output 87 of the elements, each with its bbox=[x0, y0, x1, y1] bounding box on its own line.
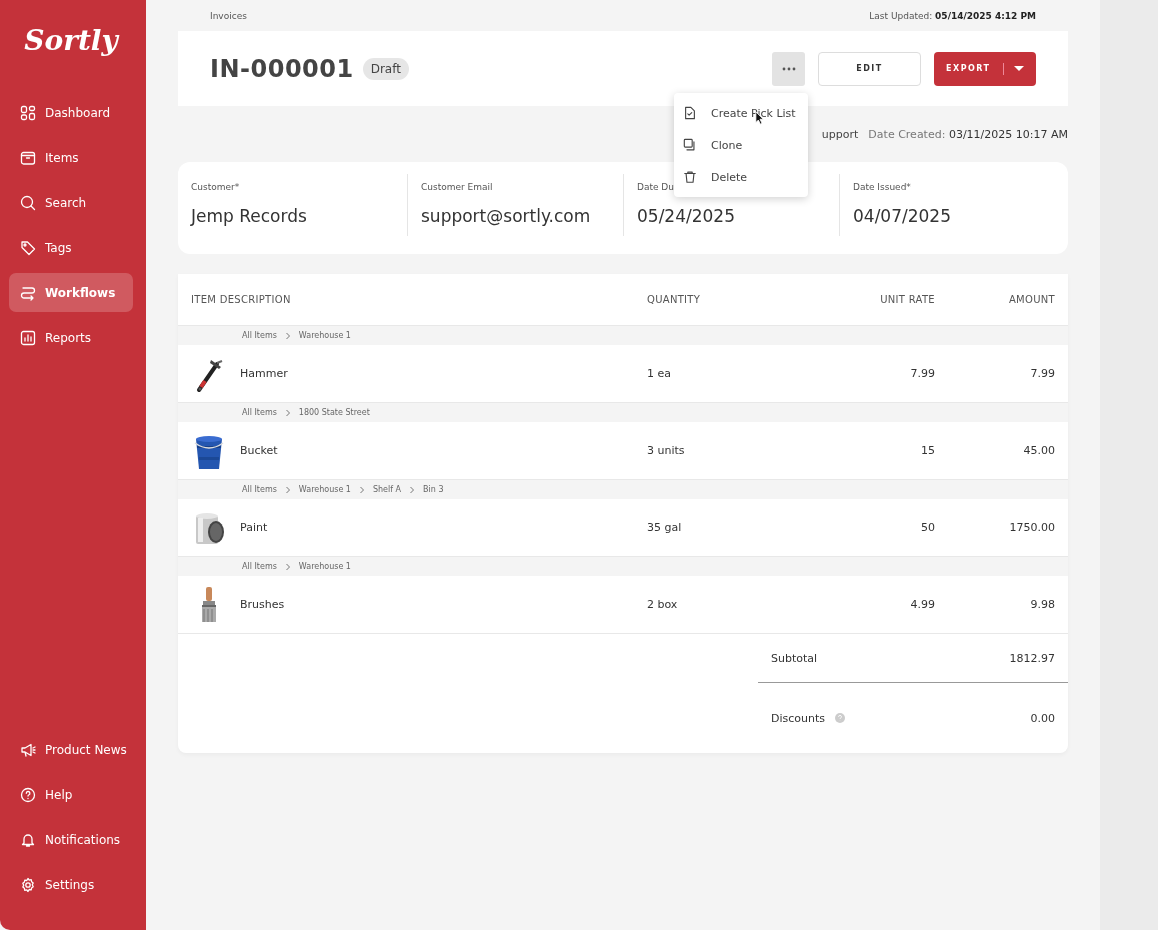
field-label: Customer Email bbox=[421, 182, 493, 192]
tag-icon bbox=[20, 239, 36, 256]
settings-icon bbox=[20, 876, 36, 893]
menu-item[interactable]: Clone bbox=[674, 129, 808, 161]
menu-item[interactable]: Create Pick List bbox=[674, 97, 808, 129]
chevron-icon bbox=[284, 331, 291, 340]
nav-item[interactable]: Reports bbox=[9, 318, 133, 357]
table-cell-text: 7.99 bbox=[1029, 367, 1055, 380]
table-cell-text: 35 gal bbox=[647, 521, 683, 534]
breadcrumb-link[interactable]: Invoices bbox=[210, 10, 247, 21]
nav-item[interactable]: Help bbox=[9, 775, 133, 814]
nav-item[interactable]: Search bbox=[9, 183, 133, 222]
nav-item[interactable]: Notifications bbox=[9, 820, 133, 859]
total-label: Discounts bbox=[771, 711, 826, 725]
location-link[interactable]: Bin 3 bbox=[423, 485, 444, 494]
nav-item[interactable]: Settings bbox=[9, 865, 133, 904]
nav-item[interactable]: Items bbox=[9, 138, 133, 177]
chevron-icon bbox=[358, 485, 365, 494]
column-header: QUANTITY bbox=[647, 294, 702, 305]
status-badge: Draft bbox=[362, 57, 409, 80]
location-link[interactable]: Warehouse 1 bbox=[298, 331, 351, 340]
item-name: Hammer bbox=[240, 367, 288, 380]
invoice-title: IN-000001 bbox=[210, 54, 354, 83]
menu-item[interactable]: Delete bbox=[674, 161, 808, 193]
edit-button[interactable]: EDIT bbox=[818, 51, 921, 86]
column-header: AMOUNT bbox=[1007, 294, 1055, 305]
last-updated: Last Updated: 05/14/2025 4:12 PM bbox=[869, 10, 1036, 21]
box-icon bbox=[20, 149, 36, 166]
table-cell-text: 7.99 bbox=[909, 367, 935, 380]
field-value: Jemp Records bbox=[191, 206, 308, 226]
field-label: Date Du bbox=[637, 182, 674, 192]
more-icon bbox=[781, 66, 796, 71]
table-cell-text: 3 units bbox=[647, 444, 686, 457]
total-label: Subtotal bbox=[771, 651, 818, 665]
location-link[interactable]: All Items bbox=[242, 485, 277, 494]
total-value: 1812.97 bbox=[1009, 651, 1055, 665]
field-label: Date Issued* bbox=[853, 182, 911, 192]
nav-item[interactable]: Dashboard bbox=[9, 93, 133, 132]
route-icon bbox=[20, 284, 36, 301]
caret-icon bbox=[1014, 65, 1024, 72]
chevron-icon bbox=[284, 485, 291, 494]
export-button[interactable]: EXPORT bbox=[934, 51, 1036, 86]
total-value: 0.00 bbox=[1030, 711, 1055, 725]
logo[interactable]: Sortly bbox=[24, 24, 118, 57]
chart-icon bbox=[20, 329, 36, 346]
item-name: Brushes bbox=[240, 598, 285, 611]
grid-icon bbox=[20, 104, 36, 121]
table-cell-text: 9.98 bbox=[1029, 598, 1055, 611]
location-link[interactable]: All Items bbox=[242, 331, 277, 340]
field-label: Customer* bbox=[191, 182, 240, 192]
table-cell-text: 1 ea bbox=[647, 367, 672, 380]
item-name: Paint bbox=[240, 521, 268, 534]
bell-icon bbox=[20, 831, 36, 848]
trash-icon bbox=[683, 170, 697, 184]
search-icon bbox=[20, 194, 36, 211]
table-cell-text: 2 box bbox=[647, 598, 679, 611]
column-header: ITEM DESCRIPTION bbox=[191, 294, 292, 305]
megaphone-icon bbox=[20, 741, 36, 758]
copy-icon bbox=[683, 138, 697, 152]
nav-item[interactable]: Workflows bbox=[9, 273, 133, 312]
column-header: UNIT RATE bbox=[879, 294, 935, 305]
item-name: Bucket bbox=[240, 444, 278, 457]
chevron-icon bbox=[284, 408, 291, 417]
field-value: 05/24/2025 bbox=[637, 206, 736, 226]
location-link[interactable]: Warehouse 1 bbox=[298, 485, 351, 494]
more-button[interactable] bbox=[772, 51, 805, 86]
location-link[interactable]: Shelf A bbox=[372, 485, 402, 494]
location-link[interactable]: 1800 State Street bbox=[298, 408, 370, 417]
table-cell-text: 4.99 bbox=[909, 598, 935, 611]
date-created: Date Created: 03/11/2025 10:17 AM bbox=[868, 127, 1068, 141]
location-link[interactable]: Warehouse 1 bbox=[298, 562, 351, 571]
help-icon[interactable] bbox=[835, 713, 846, 723]
field-value: 04/07/2025 bbox=[853, 206, 952, 226]
table-cell-text: 50 bbox=[920, 521, 935, 534]
field-value: support@sortly.com bbox=[421, 206, 592, 226]
chevron-icon bbox=[409, 485, 416, 494]
help-icon bbox=[20, 786, 36, 803]
location-link[interactable]: All Items bbox=[242, 562, 277, 571]
created-by-text: upport bbox=[821, 127, 859, 141]
table-cell-text: 1750.00 bbox=[1008, 521, 1055, 534]
chevron-icon bbox=[284, 562, 291, 571]
table-cell-text: 45.00 bbox=[1022, 444, 1055, 457]
nav-item[interactable]: Tags bbox=[9, 228, 133, 267]
table-cell-text: 15 bbox=[920, 444, 935, 457]
document-icon bbox=[683, 106, 697, 120]
location-link[interactable]: All Items bbox=[242, 408, 277, 417]
nav-item[interactable]: Product News bbox=[9, 730, 133, 769]
